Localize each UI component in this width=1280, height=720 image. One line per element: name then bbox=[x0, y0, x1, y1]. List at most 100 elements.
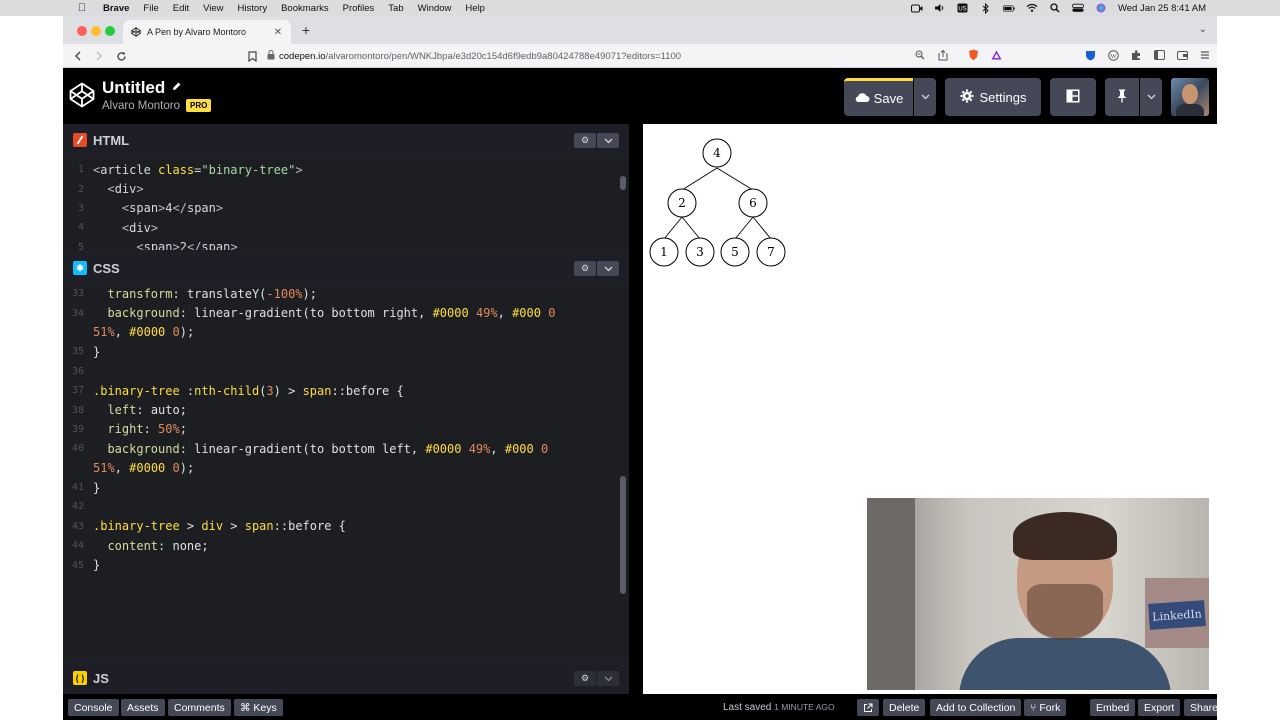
svg-text:W: W bbox=[1110, 52, 1117, 59]
code-line[interactable]: 44 content: none; bbox=[63, 536, 629, 555]
open-external-button[interactable] bbox=[857, 699, 879, 716]
html-code-editor[interactable]: 1 < article class = "binary-tree" >2 < div >3 <… bbox=[63, 158, 629, 250]
resize-gutter[interactable] bbox=[629, 124, 643, 694]
fork-button[interactable]: ⑂ Fork bbox=[1024, 699, 1067, 716]
pinned-items-dropdown[interactable] bbox=[1140, 78, 1162, 116]
menu-window[interactable]: Window bbox=[418, 3, 452, 14]
code-line[interactable]: 39 right: 50%; bbox=[63, 420, 629, 439]
code-line[interactable]: 3 < span >4 </span > bbox=[63, 199, 629, 218]
user-avatar[interactable] bbox=[1171, 78, 1209, 116]
code-line[interactable]: 33 transform: translateY(-100%); bbox=[63, 284, 629, 303]
new-tab-button[interactable]: + bbox=[299, 22, 313, 38]
code-line[interactable]: 51%, #0000 0); bbox=[63, 323, 629, 342]
code-line[interactable]: 2 < div > bbox=[63, 179, 629, 198]
codepen-logo[interactable] bbox=[69, 82, 95, 108]
js-panel-chevron-down-icon[interactable] bbox=[597, 671, 619, 686]
save-options-dropdown[interactable] bbox=[914, 78, 936, 116]
code-line[interactable]: 1 < article class = "binary-tree" > bbox=[63, 160, 629, 179]
reload-button[interactable] bbox=[113, 48, 129, 64]
close-tab-icon[interactable]: ✕ bbox=[271, 27, 285, 38]
brave-shields-icon[interactable] bbox=[966, 48, 980, 62]
forward-button[interactable] bbox=[91, 48, 107, 64]
pencil-icon[interactable] bbox=[171, 81, 182, 95]
menu-bookmarks[interactable]: Bookmarks bbox=[281, 3, 329, 14]
control-center-icon[interactable] bbox=[1071, 3, 1084, 13]
code-line[interactable]: 40 background: linear-gradient(to bottom… bbox=[63, 439, 629, 458]
code-line[interactable]: 45} bbox=[63, 555, 629, 574]
code-line[interactable]: 34 background: linear-gradient(to bottom… bbox=[63, 303, 629, 322]
html-scrollbar[interactable] bbox=[620, 176, 626, 190]
menu-app-brave[interactable]: Brave bbox=[103, 3, 129, 14]
pen-title[interactable]: Untitled bbox=[102, 78, 165, 98]
siri-icon[interactable] bbox=[1095, 3, 1107, 13]
zoom-window-button[interactable] bbox=[105, 26, 115, 36]
minimize-window-button[interactable] bbox=[91, 26, 101, 36]
address-bar[interactable]: codepen.io/alvaromontoro/pen/WNKJbpa/e3d… bbox=[267, 47, 935, 65]
menu-profiles[interactable]: Profiles bbox=[343, 3, 375, 14]
code-line[interactable]: 35} bbox=[63, 342, 629, 361]
embed-button[interactable]: Embed bbox=[1090, 699, 1136, 716]
zoom-icon[interactable] bbox=[913, 48, 927, 62]
html-panel-chevron-down-icon[interactable] bbox=[597, 133, 619, 148]
wallet-icon[interactable] bbox=[1175, 48, 1189, 62]
bluetooth-icon[interactable] bbox=[980, 2, 992, 14]
apple-icon[interactable]:  bbox=[75, 1, 89, 15]
css-scrollbar[interactable] bbox=[620, 476, 626, 594]
css-code-editor[interactable]: 33 transform: translateY(-100%); 34 backg… bbox=[63, 284, 629, 660]
tab-list-chevron-icon[interactable]: ⌄ bbox=[1199, 24, 1207, 35]
menu-file[interactable]: File bbox=[143, 3, 158, 14]
close-window-button[interactable] bbox=[77, 26, 87, 36]
js-settings-gear-icon[interactable]: ⚙ bbox=[574, 671, 596, 686]
code-line[interactable]: 43 .binary-tree > div > span::before { bbox=[63, 517, 629, 536]
code-line[interactable]: 42 bbox=[63, 497, 629, 516]
menu-icon[interactable] bbox=[1198, 48, 1212, 62]
pin-button[interactable] bbox=[1105, 78, 1139, 116]
bookmark-icon[interactable] bbox=[244, 48, 260, 64]
html-settings-gear-icon[interactable]: ⚙ bbox=[574, 133, 596, 148]
change-view-button[interactable] bbox=[1050, 78, 1096, 116]
clock[interactable]: Wed Jan 25 8:41 AM bbox=[1118, 3, 1206, 14]
code-line[interactable]: 36 bbox=[63, 362, 629, 381]
menu-tab[interactable]: Tab bbox=[388, 3, 403, 14]
us-flag-icon[interactable]: US bbox=[957, 3, 969, 13]
delete-button[interactable]: Delete bbox=[883, 699, 926, 716]
code-line[interactable]: 5 < span >2 </span > bbox=[63, 238, 629, 250]
wifi-icon[interactable] bbox=[1026, 3, 1038, 13]
line-number: 45 bbox=[71, 559, 84, 571]
menu-history[interactable]: History bbox=[238, 3, 268, 14]
export-button[interactable]: Export bbox=[1138, 699, 1181, 716]
menu-help[interactable]: Help bbox=[465, 3, 485, 14]
share-page-icon[interactable] bbox=[936, 48, 950, 62]
settings-button[interactable]: Settings bbox=[945, 78, 1041, 116]
bitwarden-extension-icon[interactable] bbox=[1083, 48, 1097, 62]
search-icon[interactable] bbox=[1049, 3, 1061, 13]
css-panel-chevron-down-icon[interactable] bbox=[597, 261, 619, 276]
menu-edit[interactable]: Edit bbox=[173, 3, 189, 14]
lock-icon[interactable] bbox=[267, 50, 279, 62]
volume-icon[interactable] bbox=[934, 3, 946, 13]
menu-view[interactable]: View bbox=[203, 3, 223, 14]
code-line[interactable]: 51%, #0000 0); bbox=[63, 459, 629, 478]
console-button[interactable]: Console bbox=[68, 699, 119, 716]
code-line[interactable]: 38 left: auto; bbox=[63, 400, 629, 419]
camera-icon[interactable] bbox=[910, 3, 923, 13]
wordpress-extension-icon[interactable]: W bbox=[1106, 48, 1120, 62]
code-line[interactable]: 37 .binary-tree : nth-child(3) > span::bef… bbox=[63, 381, 629, 400]
pen-title-area[interactable]: Untitled bbox=[102, 78, 182, 98]
sidebar-icon[interactable] bbox=[1152, 48, 1166, 62]
assets-button[interactable]: Assets bbox=[121, 699, 165, 716]
code-line[interactable]: 4 < div > bbox=[63, 218, 629, 237]
back-button[interactable] bbox=[70, 48, 86, 64]
css-settings-gear-icon[interactable]: ⚙ bbox=[574, 261, 596, 276]
save-button[interactable]: Save bbox=[844, 78, 913, 116]
browser-tab-active[interactable]: A Pen by Alvaro Montoro ✕ bbox=[123, 20, 291, 44]
brave-rewards-icon[interactable] bbox=[989, 48, 1003, 62]
author-name[interactable]: Alvaro Montoro bbox=[102, 100, 180, 112]
add-to-collection-button[interactable]: Add to Collection bbox=[930, 699, 1022, 716]
share-button[interactable]: Share bbox=[1184, 699, 1217, 716]
extensions-puzzle-icon[interactable] bbox=[1129, 48, 1143, 62]
comments-button[interactable]: Comments bbox=[168, 699, 231, 716]
battery-icon[interactable] bbox=[1002, 3, 1015, 13]
code-line[interactable]: 41} bbox=[63, 478, 629, 497]
keys-button[interactable]: ⌘ Keys bbox=[234, 699, 283, 716]
